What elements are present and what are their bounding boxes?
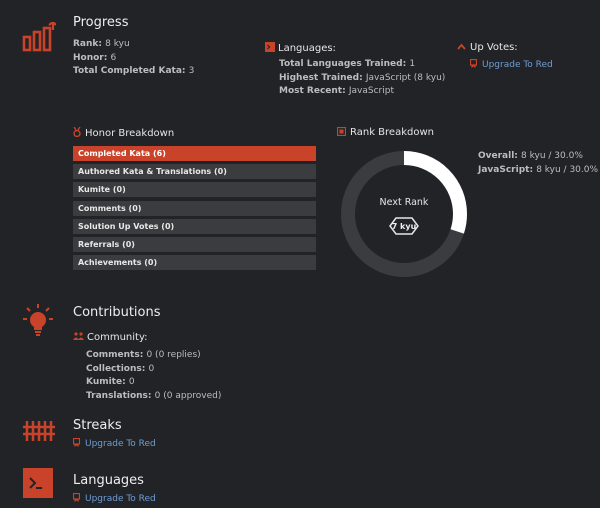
languages-upgrade-text[interactable]: Upgrade To Red — [85, 494, 156, 504]
chevron-up-icon — [457, 43, 466, 50]
honor-row: Honor: 6 — [73, 52, 117, 63]
languages-upgrade-link[interactable]: Upgrade To Red — [72, 492, 156, 504]
users-icon — [73, 332, 84, 340]
languages-summary-title: Languages: — [278, 43, 336, 54]
upvotes-upgrade-link[interactable]: Upgrade To Red — [469, 58, 553, 70]
medal-icon — [73, 126, 81, 138]
rank-breakdown-header: Rank Breakdown — [336, 126, 434, 138]
progress-title: Progress — [73, 15, 129, 30]
languages-summary-header: Languages: — [265, 42, 336, 54]
rank-details: Overall: 8 kyu / 30.0% JavaScript: 8 kyu… — [478, 150, 598, 177]
honor-item-comments[interactable]: Comments (0) — [73, 200, 316, 216]
upvotes-title: Up Votes: — [470, 42, 518, 53]
terminal-small-icon — [265, 42, 275, 52]
highest-trained-row: Highest Trained: JavaScript (8 kyu) — [279, 72, 446, 83]
tally-marks-icon — [23, 421, 55, 441]
upvotes-upgrade-text[interactable]: Upgrade To Red — [482, 60, 553, 70]
lightbulb-icon — [23, 304, 53, 336]
progress-stats: Rank: 8 kyu Honor: 6 Total Completed Kat… — [73, 38, 194, 79]
rank-breakdown-title: Rank Breakdown — [350, 127, 434, 138]
rank-square-icon — [336, 126, 347, 137]
languages-section-title: Languages — [73, 473, 144, 488]
honor-breakdown-header: Honor Breakdown — [73, 126, 175, 139]
honor-item-achievements[interactable]: Achievements (0) — [73, 255, 316, 271]
next-rank-label: Next Rank — [380, 197, 429, 208]
upvotes-header: Up Votes: — [457, 42, 518, 53]
overall-rank-row: Overall: 8 kyu / 30.0% — [478, 151, 583, 161]
progress-chart-icon — [22, 22, 56, 52]
community-header: Community: — [73, 332, 148, 343]
translations-row: Translations: 0 (0 approved) — [86, 390, 222, 401]
honor-item-solution-up-votes[interactable]: Solution Up Votes (0) — [73, 218, 316, 234]
honor-item-authored-kata[interactable]: Authored Kata & Translations (0) — [73, 164, 316, 180]
most-recent-row: Most Recent: JavaScript — [279, 86, 394, 96]
rank-progress-ring: Next Rank 7 kyu — [341, 151, 467, 277]
languages-summary-stats: Total Languages Trained: 1 Highest Train… — [279, 58, 445, 99]
honor-item-kumite[interactable]: Kumite (0) — [73, 182, 316, 198]
streaks-upgrade-text[interactable]: Upgrade To Red — [85, 439, 156, 449]
contributions-stats: Comments: 0 (0 replies) Collections: 0 K… — [86, 349, 221, 403]
rank-row: Rank: 8 kyu — [73, 39, 130, 49]
kumite-row: Kumite: 0 — [86, 377, 135, 387]
javascript-rank-row: JavaScript: 8 kyu / 30.0% — [478, 164, 599, 175]
badge-icon — [469, 58, 478, 68]
streaks-upgrade-link[interactable]: Upgrade To Red — [72, 437, 156, 449]
honor-item-completed-kata[interactable]: Completed Kata (6) — [73, 146, 316, 161]
honor-item-referrals[interactable]: Referrals (0) — [73, 236, 316, 252]
contributions-title: Contributions — [73, 305, 161, 320]
collections-row: Collections: 0 — [86, 363, 155, 374]
completed-kata-row: Total Completed Kata: 3 — [73, 66, 195, 76]
kyu-badge-text: 7 kyu — [392, 222, 417, 231]
honor-breakdown-title: Honor Breakdown — [85, 128, 175, 139]
community-label: Community: — [87, 332, 148, 343]
streaks-title: Streaks — [73, 418, 122, 433]
terminal-icon — [23, 468, 53, 498]
badge-icon — [72, 492, 81, 502]
comments-row: Comments: 0 (0 replies) — [86, 350, 201, 360]
honor-breakdown-list: Completed Kata (6) Authored Kata & Trans… — [73, 146, 316, 273]
badge-icon — [72, 437, 81, 447]
languages-trained-row: Total Languages Trained: 1 — [279, 59, 416, 69]
